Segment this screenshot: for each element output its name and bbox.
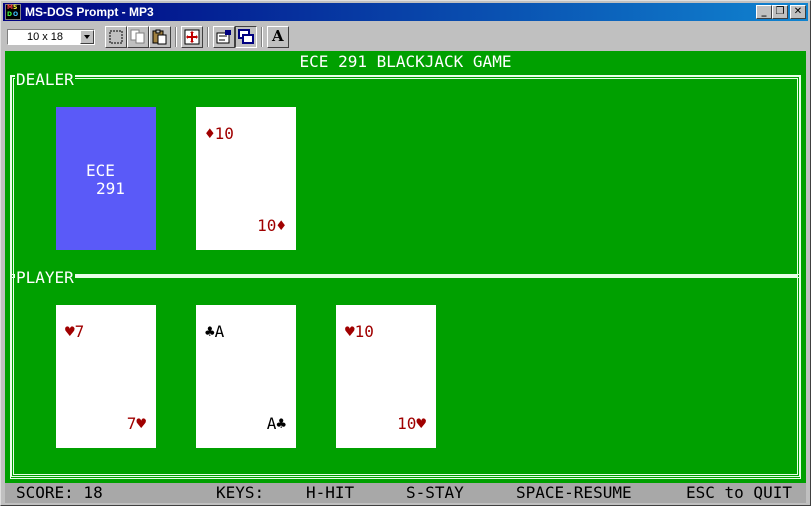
keys-label: KEYS: [216,483,265,502]
background-button[interactable] [235,26,257,48]
icon-letter: O [13,11,19,18]
card-rank-bottom: 7♥ [126,414,146,433]
mark-icon [109,30,123,44]
ms-dos-window: M S D O MS-DOS Prompt - MP3 _ ❐ ✕ 10 x 1… [0,0,811,506]
font-size-value: 10 x 18 [26,31,64,43]
properties-icon [216,30,231,44]
player-card: ♣A A♣ [196,305,296,448]
copy-button[interactable] [127,26,149,48]
dealer-card: ♦10 10♦ [196,107,296,250]
toolbar-separator [175,27,177,47]
card-rank-bottom: 10♥ [397,414,426,433]
copy-icon [130,29,145,44]
font-size-select[interactable]: 10 x 18 [7,29,95,45]
status-bar: SCORE: 18 KEYS: H-HIT S-STAY SPACE-RESUM… [5,483,806,503]
minimize-button[interactable]: _ [756,5,772,19]
chevron-down-icon[interactable] [80,30,94,44]
card-rank-top: ♦10 [205,124,234,143]
toolbar: 10 x 18 A [3,23,808,51]
font-icon: A [272,27,284,45]
card-rank-bottom: A♣ [266,414,286,433]
window-title: MS-DOS Prompt - MP3 [25,5,154,19]
stay-key-hint: S-STAY [406,483,464,502]
player-label: PLAYER [15,268,75,287]
toolbar-separator [261,27,263,47]
card-rank-top: ♥10 [345,322,374,341]
card-back-line2: 291 [96,179,125,198]
icon-letter: D [7,11,12,18]
fullscreen-icon [184,29,200,45]
paste-button[interactable] [149,26,171,48]
card-rank-bottom: 10♦ [257,216,286,235]
paste-icon [152,29,167,45]
card-back-line1: ECE [86,161,115,180]
score-text: SCORE: 18 [16,483,103,502]
resume-key-hint: SPACE-RESUME [516,483,632,502]
toolbar-separator [207,27,209,47]
properties-button[interactable] [213,26,235,48]
quit-key-hint: ESC to QUIT [686,483,792,502]
ms-dos-icon[interactable]: M S D O [5,4,21,20]
card-back: ECE 291 [56,107,156,250]
dos-screen[interactable]: ECE 291 BLACKJACK GAME DEALER ECE 291 ♦1… [5,51,806,503]
card-rank-top: ♣A [205,322,225,341]
card-rank-top: ♥7 [65,322,85,341]
font-button[interactable]: A [267,26,289,48]
game-title: ECE 291 BLACKJACK GAME [299,52,512,71]
title-bar[interactable]: M S D O MS-DOS Prompt - MP3 _ ❐ ✕ [3,3,808,21]
hit-key-hint: H-HIT [306,483,355,502]
restore-button[interactable]: ❐ [772,5,788,19]
background-icon [238,29,254,44]
dealer-label: DEALER [15,70,75,89]
close-button[interactable]: ✕ [790,5,806,19]
fullscreen-button[interactable] [181,26,203,48]
player-card: ♥7 7♥ [56,305,156,448]
mark-button[interactable] [105,26,127,48]
player-card: ♥10 10♥ [336,305,436,448]
